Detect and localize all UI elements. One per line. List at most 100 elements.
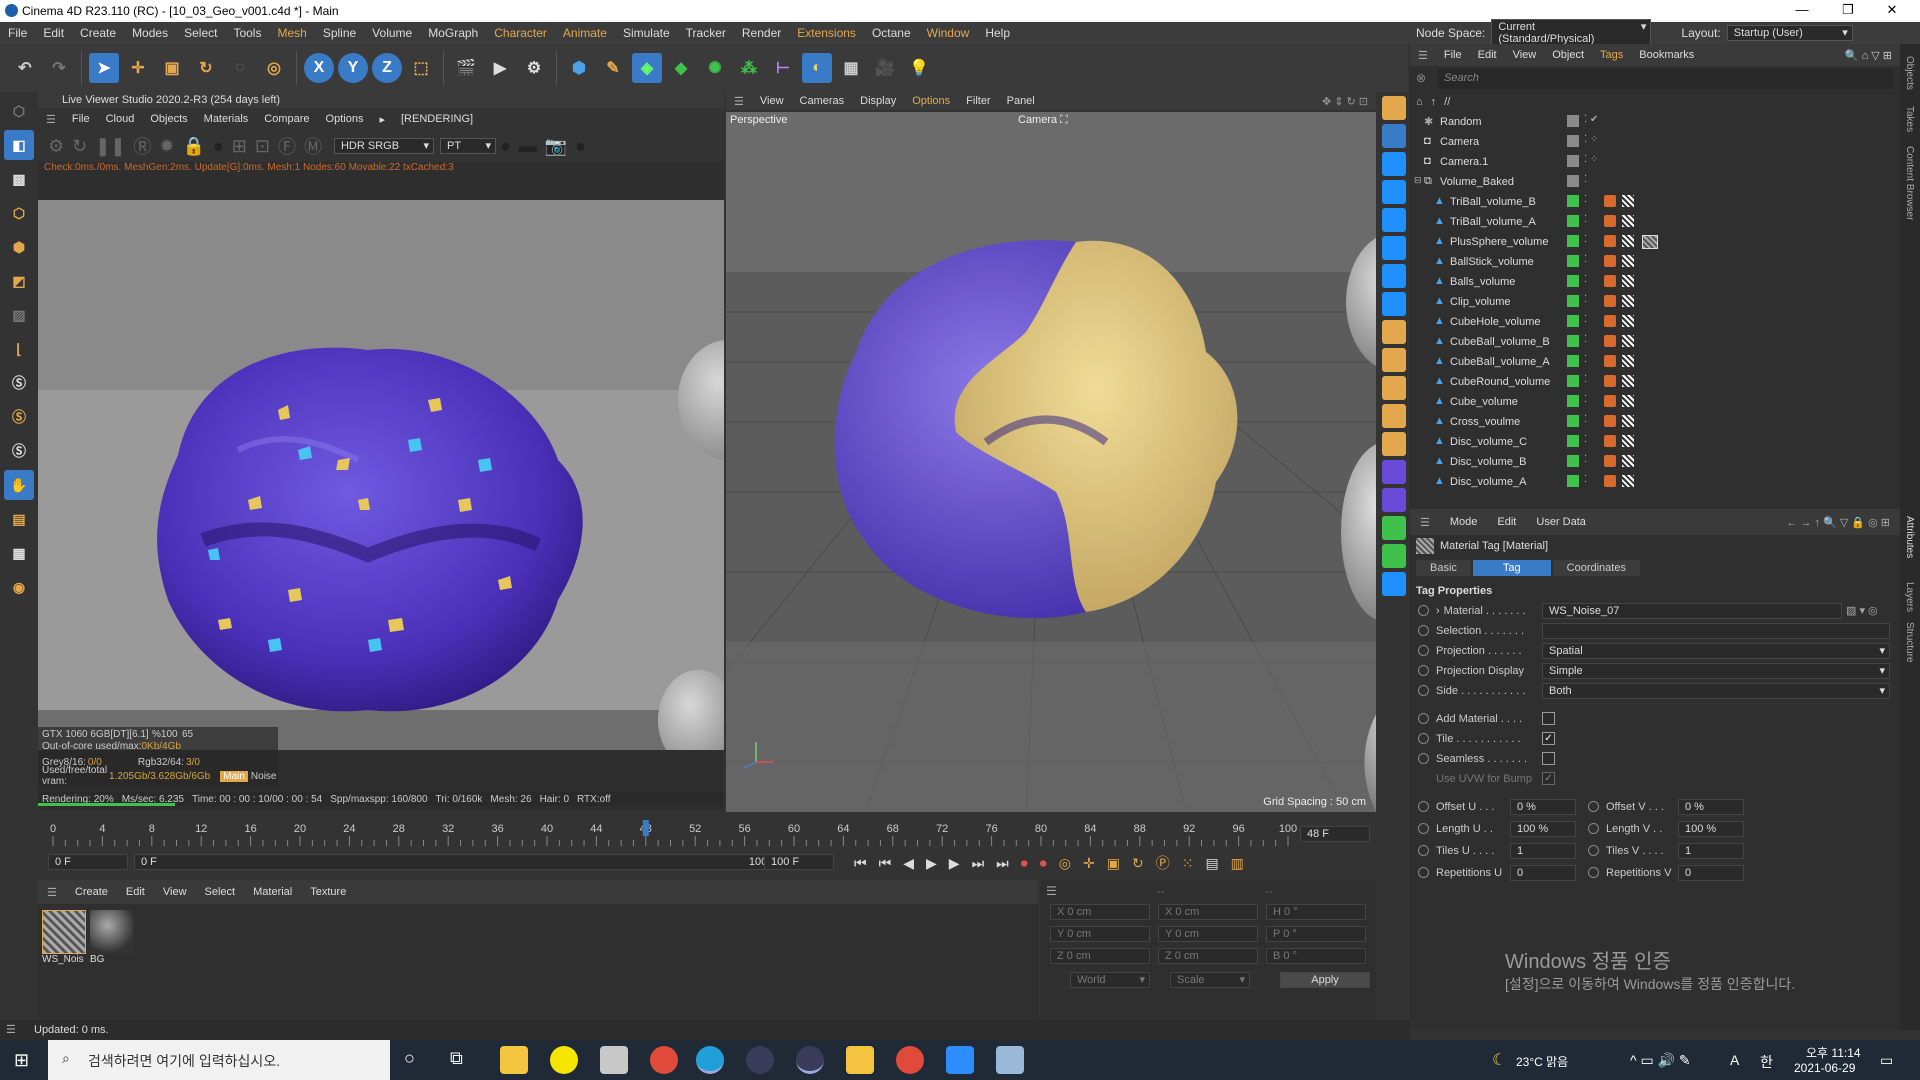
menu-modes[interactable]: Modes <box>124 22 176 44</box>
key-rotation-icon[interactable]: ↻ <box>1132 855 1144 872</box>
hamburger-icon[interactable]: ☰ <box>1410 516 1440 529</box>
add-material-checkbox[interactable] <box>1542 712 1555 725</box>
anim-radio[interactable] <box>1418 713 1429 724</box>
length-u-field[interactable]: 100 % <box>1510 821 1576 837</box>
grid-icon[interactable]: ▦ <box>4 538 34 568</box>
lv-menu-materials[interactable]: Materials <box>196 113 257 125</box>
make-editable-icon[interactable]: ⬡ <box>4 96 34 126</box>
coordinate-system-icon[interactable]: ⬚ <box>406 53 436 83</box>
recent-tool-icon[interactable]: ◌ <box>225 53 255 83</box>
apply-button[interactable]: Apply <box>1280 972 1370 988</box>
seamless-checkbox[interactable] <box>1542 752 1555 765</box>
phong-tag-icon[interactable] <box>1622 475 1634 487</box>
lv-dot-icon[interactable]: ● <box>500 136 511 157</box>
lv-pause-icon[interactable]: ❚❚ <box>95 136 125 157</box>
length-v-field[interactable]: 100 % <box>1678 821 1744 837</box>
lv-menu-file[interactable]: File <box>64 113 98 125</box>
octane-tree2-icon[interactable] <box>1382 544 1406 568</box>
anim-radio[interactable] <box>1588 801 1599 812</box>
phong-tag-icon[interactable] <box>1622 255 1634 267</box>
object-row-clip[interactable]: ▲ Clip_volume ⁚ <box>1410 292 1900 312</box>
anim-radio[interactable] <box>1418 801 1429 812</box>
lv-restart-icon[interactable]: ↻ <box>72 136 87 157</box>
menu-render[interactable]: Render <box>734 22 789 44</box>
light-icon[interactable]: 💡 <box>904 53 934 83</box>
material-swatch-ws-noise[interactable]: WS_Nois <box>42 910 86 965</box>
octane-aa2-icon[interactable] <box>1382 488 1406 512</box>
side-dropdown[interactable]: Both <box>1542 683 1890 699</box>
up-icon[interactable]: ↑ <box>1431 96 1437 108</box>
side-tab-content-browser[interactable]: Content Browser <box>1904 146 1915 220</box>
material-field[interactable]: WS_Noise_07 <box>1542 603 1842 619</box>
notification-icon[interactable]: ▭ <box>1880 1052 1893 1069</box>
om-menu-tags[interactable]: Tags <box>1592 49 1631 61</box>
anim-radio[interactable] <box>1418 867 1429 878</box>
cortana-icon[interactable]: ○ <box>404 1048 415 1069</box>
am-nav-icons[interactable]: ← → ↑ 🔍 ▽ 🔒 ◎ ⊞ <box>1776 516 1900 529</box>
octane-tag-icon[interactable] <box>1604 335 1616 347</box>
octane-tag-icon[interactable] <box>1604 375 1616 387</box>
floor-icon[interactable]: ▦ <box>836 53 866 83</box>
octane-tree-icon[interactable] <box>1382 516 1406 540</box>
cinema4d-icon[interactable] <box>746 1046 774 1074</box>
expand-icon[interactable]: › <box>1436 605 1440 617</box>
visibility-dots[interactable]: ⁚ <box>1584 174 1587 185</box>
visibility-dots[interactable]: ⁚ <box>1584 394 1587 405</box>
uv-mode-icon[interactable]: ▨ <box>4 300 34 330</box>
color-space-dropdown[interactable]: HDR SRGB <box>333 138 434 154</box>
menu-tools[interactable]: Tools <box>225 22 269 44</box>
octane-material-icon[interactable] <box>1382 292 1406 316</box>
anim-radio[interactable] <box>1588 867 1599 878</box>
object-search-input[interactable]: Search <box>1438 69 1894 89</box>
anim-radio[interactable] <box>1418 605 1429 616</box>
redo-icon[interactable]: ↷ <box>44 53 74 83</box>
next-key-icon[interactable]: ⏭ <box>972 855 985 872</box>
key-pla-icon[interactable]: ⁙ <box>1182 855 1194 872</box>
octane-pointer-icon[interactable] <box>1382 376 1406 400</box>
menu-edit[interactable]: Edit <box>35 22 72 44</box>
hamburger-icon[interactable]: ☰ <box>38 886 66 899</box>
kakaotalk-icon[interactable] <box>550 1046 578 1074</box>
om-search-tools-icon[interactable]: 🔍 ⌂ ▽ ⊞ <box>1837 49 1900 62</box>
om-menu-file[interactable]: File <box>1436 49 1470 61</box>
projection-dropdown[interactable]: Spatial <box>1542 643 1890 659</box>
go-to-start-icon[interactable]: ⏮ <box>854 855 867 872</box>
side-tab-structure[interactable]: Structure <box>1904 622 1915 663</box>
polygons-mode-icon[interactable]: ◩ <box>4 266 34 296</box>
visibility-dots[interactable]: ⁚ <box>1584 294 1587 305</box>
lv-f-icon[interactable]: Ⓕ <box>278 133 296 159</box>
lv-menu-cloud[interactable]: Cloud <box>98 113 143 125</box>
octane-scatter-icon[interactable] <box>1382 572 1406 596</box>
anim-radio[interactable] <box>1418 733 1429 744</box>
octane-figure2-icon[interactable] <box>1382 432 1406 456</box>
visibility-dots[interactable]: ⁚ ⁘ <box>1584 134 1598 145</box>
phong-tag-icon[interactable] <box>1622 415 1634 427</box>
side-tab-objects[interactable]: Objects <box>1904 56 1915 90</box>
lv-sphere-icon[interactable]: ● <box>213 136 224 157</box>
hamburger-icon[interactable]: ☰ <box>6 1020 16 1040</box>
hangul-mode[interactable]: 한 <box>1760 1052 1773 1072</box>
object-row-cross[interactable]: ▲ Cross_voulme ⁚ <box>1410 412 1900 432</box>
octane-tag-icon[interactable] <box>1604 355 1616 367</box>
phong-tag-icon[interactable] <box>1622 435 1634 447</box>
weather-text[interactable]: 23°C 맑음 <box>1516 1053 1568 1070</box>
points-mode-icon[interactable]: ⬡ <box>4 198 34 228</box>
ime-mode[interactable]: A <box>1730 1052 1739 1068</box>
autokey-icon[interactable]: ⏺ <box>1040 855 1047 872</box>
anim-radio[interactable] <box>1418 625 1429 636</box>
lv-snapshot-icon[interactable]: 📷 <box>545 136 567 157</box>
phong-tag-icon[interactable] <box>1622 355 1634 367</box>
object-row-disc-c[interactable]: ▲ Disc_volume_C ⁚ <box>1410 432 1900 452</box>
rotate-tool-icon[interactable]: ↻ <box>191 53 221 83</box>
object-row-cubeball-b[interactable]: ▲ CubeBall_volume_B ⁚ <box>1410 332 1900 352</box>
anim-radio[interactable] <box>1588 823 1599 834</box>
anim-radio[interactable] <box>1418 823 1429 834</box>
hamburger-icon[interactable]: ☰ <box>1046 884 1057 898</box>
object-row-volume-baked[interactable]: ⊟ ⧉ Volume_Baked ⁚ <box>1410 172 1900 192</box>
node-space-dropdown[interactable]: Current (Standard/Physical) <box>1491 19 1652 47</box>
menu-octane[interactable]: Octane <box>864 22 919 44</box>
lv-m-icon[interactable]: Ⓜ <box>304 133 322 159</box>
visibility-dots[interactable]: ⁚ <box>1584 194 1587 205</box>
visibility-dots[interactable]: ⁚ <box>1584 254 1587 265</box>
phong-tag-icon[interactable] <box>1622 235 1634 247</box>
